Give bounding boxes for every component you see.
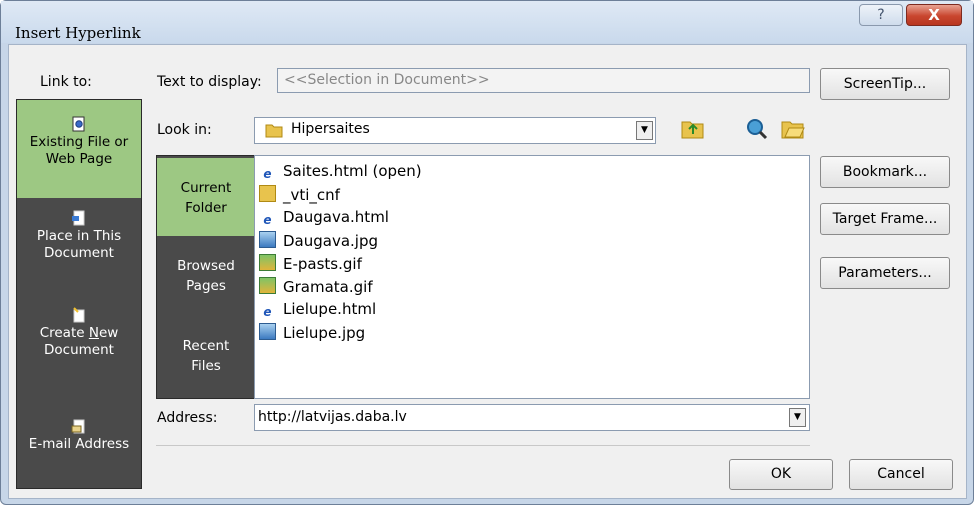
file-name: Daugava.jpg	[283, 232, 379, 250]
cancel-button[interactable]: Cancel	[849, 459, 953, 490]
list-item[interactable]: Gramata.gif	[259, 277, 373, 297]
file-name: Lielupe.jpg	[283, 324, 366, 342]
nav-browsed-pages[interactable]: Browsed Pages	[157, 256, 255, 316]
ok-button[interactable]: OK	[729, 459, 833, 490]
list-item[interactable]: e Daugava.html	[259, 208, 389, 228]
nav-recent-files-line1: Recent	[182, 338, 230, 354]
text-to-display-label: Text to display:	[157, 74, 262, 90]
address-input[interactable]: http://latvijas.daba.lv	[254, 404, 810, 431]
screentip-button[interactable]: ScreenTip...	[820, 68, 950, 100]
link-to-label: Link to:	[40, 74, 92, 90]
look-in-value: Hipersaites	[291, 121, 370, 137]
text-to-display-input[interactable]: <<Selection in Document>>	[277, 68, 810, 93]
list-item[interactable]: Lielupe.jpg	[259, 323, 365, 343]
help-button[interactable]: ?	[859, 4, 903, 26]
target-frame-button[interactable]: Target Frame...	[820, 203, 950, 235]
file-list[interactable]: e Saites.html (open) _vti_cnf e Daugava.ht…	[254, 155, 810, 399]
look-in-dropdown[interactable]: Hipersaites	[254, 117, 656, 144]
ie-html-icon: e	[263, 167, 272, 181]
link-to-place-in-document-line1: Place in This	[36, 228, 122, 244]
browse-file-icon[interactable]	[780, 117, 806, 143]
folder-icon	[265, 122, 283, 138]
folder-nav-panel: Current Folder Browsed Pages Recent File…	[156, 155, 256, 399]
link-to-email-address-line1: E-mail Address	[28, 436, 130, 452]
email-address-icon	[71, 419, 85, 434]
nav-current-folder-line1: Current	[180, 180, 232, 196]
look-in-dropdown-arrow[interactable]: ▼	[636, 121, 653, 140]
place-in-document-icon	[72, 210, 85, 226]
link-to-create-new-document[interactable]: Create New Document	[17, 307, 141, 387]
separator	[156, 445, 810, 446]
folder-icon	[259, 185, 276, 202]
list-item[interactable]: e Saites.html (open)	[259, 162, 422, 182]
file-name: _vti_cnf	[283, 186, 340, 204]
parameters-button[interactable]: Parameters...	[820, 257, 950, 289]
look-in-label: Look in:	[157, 122, 212, 138]
link-to-panel: Existing File or Web Page Place in This …	[16, 99, 142, 489]
link-to-email-address[interactable]: E-mail Address	[17, 418, 141, 478]
up-one-folder-icon[interactable]	[680, 117, 706, 143]
list-item[interactable]: _vti_cnf	[259, 185, 340, 205]
list-item[interactable]: E-pasts.gif	[259, 254, 362, 274]
dialog-title: Insert Hyperlink	[15, 24, 141, 42]
file-name: E-pasts.gif	[283, 255, 362, 273]
link-to-existing-file-line2: Web Page	[45, 151, 113, 167]
file-name: Lielupe.html	[283, 300, 377, 318]
title-bar: Insert Hyperlink ? X	[1, 1, 973, 43]
jpg-image-icon	[259, 323, 276, 340]
file-name: Daugava.html	[283, 208, 389, 226]
bookmark-button[interactable]: Bookmark...	[820, 156, 950, 188]
link-to-existing-file[interactable]: Existing File or Web Page	[17, 100, 141, 198]
address-label: Address:	[157, 410, 218, 426]
file-name: Gramata.gif	[283, 278, 373, 296]
new-document-icon	[73, 307, 85, 323]
jpg-image-icon	[259, 231, 276, 248]
nav-current-folder[interactable]: Current Folder	[157, 158, 255, 236]
nav-browsed-pages-line2: Pages	[186, 278, 226, 294]
list-item[interactable]: Daugava.jpg	[259, 231, 378, 251]
nav-current-folder-line2: Folder	[185, 200, 227, 216]
ie-html-icon: e	[263, 213, 272, 227]
nav-recent-files[interactable]: Recent Files	[157, 336, 255, 396]
link-to-create-new-document-line1: Create New	[39, 325, 119, 341]
close-button[interactable]: X	[906, 4, 962, 26]
gif-image-icon	[259, 254, 276, 271]
nav-recent-files-line2: Files	[191, 358, 221, 374]
nav-browsed-pages-line1: Browsed	[177, 258, 235, 274]
ie-html-icon: e	[263, 305, 272, 319]
gif-image-icon	[259, 277, 276, 294]
link-to-place-in-document[interactable]: Place in This Document	[17, 210, 141, 290]
link-to-existing-file-line1: Existing File or	[29, 134, 129, 150]
list-item[interactable]: e Lielupe.html	[259, 300, 376, 320]
link-to-create-new-document-line2: Document	[44, 342, 114, 358]
address-dropdown-arrow[interactable]: ▼	[789, 408, 806, 427]
link-to-place-in-document-line2: Document	[44, 245, 114, 261]
file-name: Saites.html (open)	[283, 162, 422, 180]
existing-file-icon	[72, 116, 85, 132]
browse-web-icon[interactable]	[744, 117, 770, 143]
